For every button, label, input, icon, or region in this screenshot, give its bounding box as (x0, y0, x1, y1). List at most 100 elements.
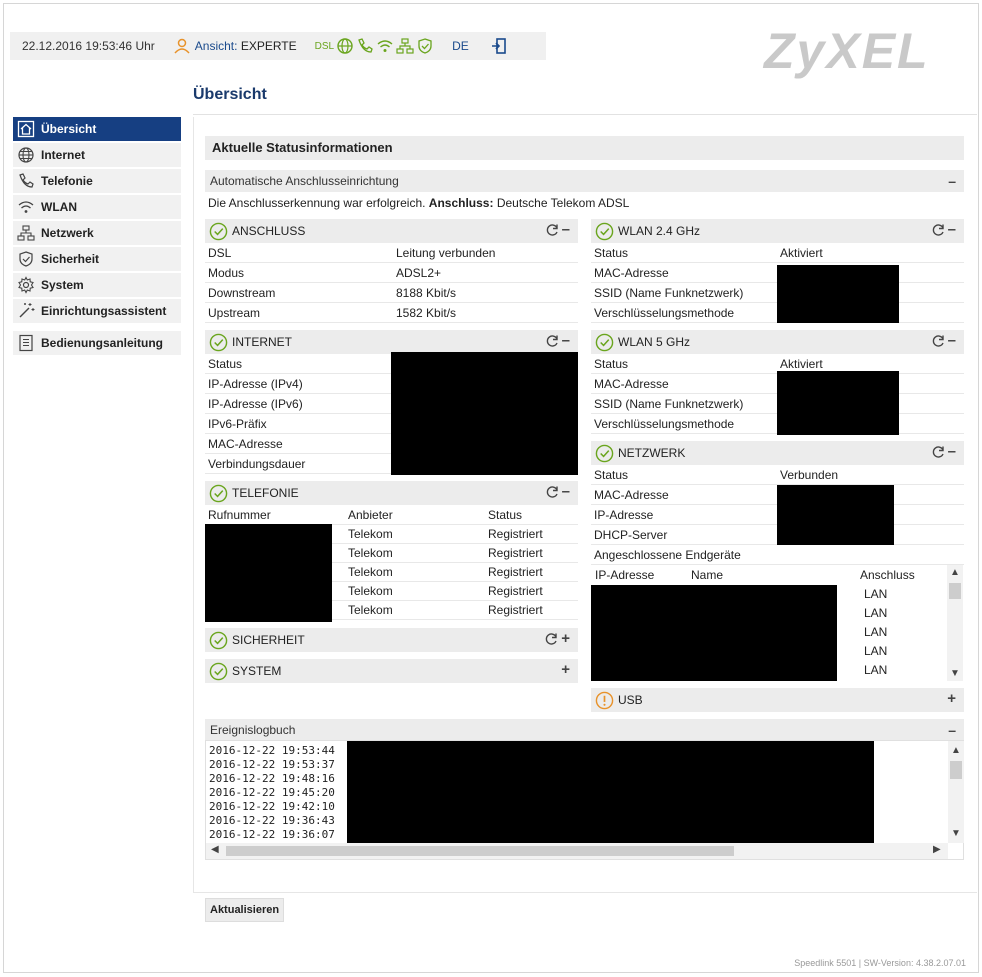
collapse-icon[interactable]: – (562, 483, 570, 500)
refresh-icon[interactable] (930, 444, 946, 460)
auto-setup-text: Die Anschlusserkennung war erfolgreich. … (208, 196, 630, 210)
sidebar-item-netzwerk[interactable]: Netzwerk (13, 221, 181, 245)
auto-setup-header[interactable]: Automatische Anschlusseinrichtung – (205, 170, 964, 192)
ok-check-icon (209, 662, 228, 680)
refresh-icon[interactable] (544, 333, 560, 349)
redacted-block (591, 585, 837, 681)
network-status-icon (396, 38, 414, 54)
network-icon (17, 225, 35, 241)
list-item: LAN (864, 663, 888, 677)
view-mode[interactable]: Ansicht: EXPERTE (195, 39, 297, 53)
wlan24-title: WLAN 2.4 GHz (618, 224, 701, 238)
eventlog-vscrollbar[interactable]: ▲ ▼ (948, 741, 964, 843)
log-entry: 2016-12-22 19:36:43 (209, 814, 335, 827)
netzwerk-title: NETZWERK (618, 446, 686, 460)
scroll-left-icon[interactable]: ◀ (211, 844, 219, 855)
device-list-headers: IP-Adresse Name Anschluss (595, 568, 915, 582)
view-label: Ansicht: (194, 39, 238, 53)
netzwerk-row: Status Verbunden (591, 465, 964, 485)
collapse-icon[interactable]: – (948, 170, 956, 192)
ok-check-icon (595, 444, 614, 462)
redacted-block (347, 741, 874, 848)
expand-icon[interactable]: + (561, 630, 570, 647)
top-status-bar: 22.12.2016 19:53:46 Uhr Ansicht: EXPERTE… (10, 32, 546, 60)
collapse-icon[interactable]: – (562, 332, 570, 349)
anschluss-row: Modus ADSL2+ (205, 263, 578, 283)
eventlog-list[interactable]: 2016-12-22 19:53:44 2016-12-22 19:53:37 … (205, 740, 964, 860)
ok-check-icon (209, 333, 228, 351)
refresh-icon[interactable] (543, 631, 559, 647)
refresh-icon[interactable] (544, 484, 560, 500)
refresh-icon[interactable] (930, 222, 946, 238)
sidebar-item-sicherheit[interactable]: Sicherheit (13, 247, 181, 271)
scroll-down-icon[interactable]: ▼ (948, 828, 964, 839)
scroll-down-icon[interactable]: ▼ (947, 668, 963, 679)
eventlog-title: Ereignislogbuch (210, 723, 296, 737)
sidebar-item-internet[interactable]: Internet (13, 143, 181, 167)
sicherheit-box-header[interactable]: SICHERHEIT + (205, 628, 578, 652)
anschluss-box-header[interactable]: ANSCHLUSS – (205, 219, 578, 243)
anschluss-row: Downstream 8188 Kbit/s (205, 283, 578, 303)
system-box-header[interactable]: SYSTEM + (205, 659, 578, 683)
footer-version: Speedlink 5501 | SW-Version: 4.38.2.07.0… (794, 958, 966, 968)
user-icon[interactable] (173, 37, 191, 55)
refresh-button[interactable]: Aktualisieren (205, 898, 285, 922)
log-entry: 2016-12-22 19:53:37 (209, 758, 335, 771)
language-selector[interactable]: DE (452, 39, 469, 53)
log-entry: 2016-12-22 19:48:16 (209, 772, 335, 785)
redacted-block (391, 352, 578, 475)
system-title: SYSTEM (232, 664, 282, 678)
wlan5-box-header[interactable]: WLAN 5 GHz – (591, 330, 964, 354)
refresh-icon[interactable] (544, 222, 560, 238)
scroll-thumb[interactable] (226, 846, 734, 856)
anschluss-row: Upstream 1582 Kbit/s (205, 303, 578, 323)
expand-icon[interactable]: + (947, 690, 956, 707)
sidebar-item-bedienungsanleitung[interactable]: Bedienungsanleitung (13, 331, 181, 355)
collapse-icon[interactable]: – (948, 443, 956, 460)
scroll-thumb[interactable] (950, 761, 962, 779)
redacted-block (205, 524, 332, 622)
usb-title: USB (618, 693, 643, 707)
sidebar-item-wlan[interactable]: WLAN (13, 195, 181, 219)
eventlog-header[interactable]: Ereignislogbuch – (205, 719, 964, 741)
netzwerk-row: Angeschlossene Endgeräte (591, 545, 964, 565)
wand-icon (19, 303, 35, 318)
sidebar-item-einrichtungsassistent[interactable]: Einrichtungsassistent (13, 299, 181, 323)
collapse-icon[interactable]: – (948, 221, 956, 238)
collapse-icon[interactable]: – (562, 221, 570, 238)
ok-check-icon (209, 222, 228, 240)
auto-setup-message: Die Anschlusserkennung war erfolgreich. … (205, 193, 964, 213)
sidebar-item-label: Internet (41, 148, 86, 162)
expand-icon[interactable]: + (561, 661, 570, 678)
sidebar-item-telefonie[interactable]: Telefonie (13, 169, 181, 193)
log-entry: 2016-12-22 19:36:07 (209, 828, 335, 841)
sidebar-item-label: Telefonie (41, 174, 93, 188)
scroll-right-icon[interactable]: ▶ (933, 844, 941, 855)
datetime: 22.12.2016 19:53:46 Uhr (22, 39, 155, 53)
sidebar: Übersicht Internet Telefonie WLAN Netzwe… (13, 117, 181, 357)
usb-box-header[interactable]: USB + (591, 688, 964, 712)
scroll-thumb[interactable] (949, 583, 961, 599)
eventlog-hscrollbar[interactable]: ◀ ▶ (206, 843, 948, 859)
list-item: LAN (864, 587, 888, 601)
sidebar-item-system[interactable]: System (13, 273, 181, 297)
sidebar-item-label: WLAN (41, 200, 77, 214)
scroll-up-icon[interactable]: ▲ (947, 567, 963, 578)
warning-icon (595, 691, 614, 709)
internet-title: INTERNET (232, 335, 292, 349)
sidebar-item-uebersicht[interactable]: Übersicht (13, 117, 181, 141)
internet-box-header[interactable]: INTERNET – (205, 330, 578, 354)
status-section-title: Aktuelle Statusinformationen (205, 136, 964, 160)
telefonie-box-header[interactable]: TELEFONIE – (205, 481, 578, 505)
collapse-icon[interactable]: – (948, 332, 956, 349)
sidebar-item-label: Netzwerk (41, 226, 94, 240)
auto-setup-title: Automatische Anschlusseinrichtung (210, 174, 399, 188)
collapse-icon[interactable]: – (948, 719, 956, 741)
wlan24-box-header[interactable]: WLAN 2.4 GHz – (591, 219, 964, 243)
refresh-icon[interactable] (930, 333, 946, 349)
netzwerk-box-header[interactable]: NETZWERK – (591, 441, 964, 465)
sicherheit-title: SICHERHEIT (232, 633, 305, 647)
device-list-scrollbar[interactable]: ▲ ▼ (947, 565, 963, 681)
scroll-up-icon[interactable]: ▲ (948, 745, 964, 756)
logout-icon[interactable] (491, 37, 507, 55)
